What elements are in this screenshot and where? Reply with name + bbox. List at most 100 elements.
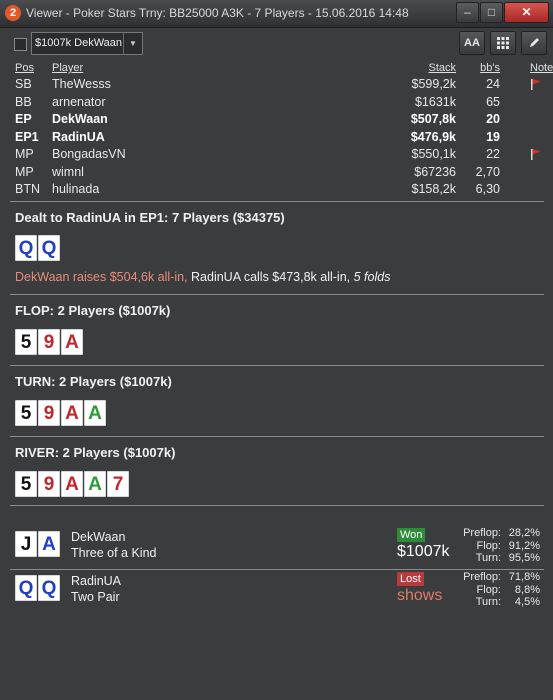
loser-hand: Two Pair <box>71 590 120 604</box>
winner-hand: Three of a Kind <box>71 546 157 560</box>
playing-card: A <box>61 329 83 355</box>
bbs-cell: 6,30 <box>475 182 500 196</box>
playing-card: A <box>84 471 106 497</box>
loser-equity-stats: Preflop: 71,8% Flop: 8,8% Turn: 4,5% <box>451 571 545 609</box>
font-size-button[interactable]: AA <box>459 31 485 55</box>
table-row[interactable]: EP1 RadinUA $476,9k 19 <box>14 128 546 146</box>
table-row[interactable]: BB arnenator $1631k 65 <box>14 93 546 111</box>
pos-cell: BTN <box>15 182 40 196</box>
header-stack[interactable]: Stack <box>428 62 456 74</box>
pos-cell: BB <box>15 94 32 109</box>
turn-title: TURN: 2 Players ($1007k) <box>15 374 172 389</box>
playing-card: 9 <box>38 400 60 426</box>
playing-card: 5 <box>15 329 37 355</box>
playing-card: Q <box>15 235 37 261</box>
stack-cell: $67236 <box>414 164 456 179</box>
flop-title: FLOP: 2 Players ($1007k) <box>15 303 171 318</box>
bbs-cell: 2,70 <box>475 164 500 179</box>
winner-equity-stats: Preflop: 28,2% Flop: 91,2% Turn: 95,5% <box>451 527 545 565</box>
winner-cards: JA <box>15 531 60 557</box>
table-row[interactable]: MP BongadasVN $550,1k 22 <box>14 145 546 163</box>
equity-row: Preflop: 71,8% <box>451 571 545 584</box>
bbs-cell: 24 <box>486 77 500 91</box>
loser-name: RadinUA <box>71 574 122 588</box>
table-row[interactable]: EP DekWaan $507,8k 20 <box>14 110 546 128</box>
pos-cell: EP <box>15 112 32 126</box>
playing-card: 9 <box>38 329 60 355</box>
hole-cards: QQ <box>15 235 60 261</box>
action-folds: 5 folds <box>353 270 391 284</box>
player-cell[interactable]: BongadasVN <box>52 147 126 161</box>
pos-cell: MP <box>15 147 34 161</box>
equity-value: 4,5% <box>514 596 540 608</box>
equity-row: Turn: 95,5% <box>451 552 545 565</box>
equity-value: 28,2% <box>508 527 540 539</box>
player-cell[interactable]: TheWesss <box>52 77 111 91</box>
pos-cell: SB <box>15 77 32 91</box>
header-player[interactable]: Player <box>52 62 83 74</box>
lost-badge: Lost <box>397 572 424 586</box>
playing-card: 7 <box>107 471 129 497</box>
playing-card: 9 <box>38 471 60 497</box>
stack-cell: $476,9k <box>410 129 456 144</box>
shows-label[interactable]: shows <box>397 587 442 605</box>
equity-label: Flop: <box>476 539 501 552</box>
won-amount: $1007k <box>397 543 450 560</box>
playing-card: 5 <box>15 471 37 497</box>
header-pos[interactable]: Pos <box>15 62 34 74</box>
equity-row: Flop: 91,2% <box>451 540 545 553</box>
playing-card: A <box>61 400 83 426</box>
preflop-title: Dealt to RadinUA in EP1: 7 Players ($343… <box>15 210 285 225</box>
equity-row: Preflop: 28,2% <box>451 527 545 540</box>
player-select-dropdown[interactable]: $1007k DekWaan ▼ <box>31 32 143 55</box>
turn-cards: 59AA <box>15 400 106 426</box>
bbs-cell: 20 <box>486 112 500 126</box>
window-title: Viewer - Poker Stars Trny: BB25000 A3K -… <box>26 6 409 20</box>
bbs-cell: 19 <box>486 129 500 144</box>
stack-cell: $507,8k <box>410 112 456 126</box>
table-row[interactable]: SB TheWesss $599,2k 24 <box>14 75 546 93</box>
note-flag-icon[interactable] <box>530 78 542 90</box>
pos-cell: MP <box>15 164 34 179</box>
divider <box>10 365 544 366</box>
loser-cards: QQ <box>15 575 60 601</box>
result-winner: JA DekWaan Three of a Kind Won $1007k Pr… <box>15 527 545 575</box>
player-cell[interactable]: hulinada <box>52 182 99 196</box>
equity-value: 8,8% <box>514 583 540 596</box>
table-row[interactable]: BTN hulinada $158,2k 6,30 <box>14 180 546 198</box>
note-flag-icon[interactable] <box>530 148 542 160</box>
header-bbs[interactable]: bb's <box>480 62 500 74</box>
player-select-value: $1007k DekWaan <box>35 37 123 49</box>
grid-icon[interactable] <box>490 31 516 55</box>
chevron-down-icon[interactable]: ▼ <box>123 33 142 54</box>
minimize-button[interactable]: – <box>456 2 479 23</box>
players-table: Pos Player Stack bb's Notes SB TheWesss $5… <box>14 62 553 198</box>
player-cell[interactable]: arnenator <box>52 95 106 109</box>
stack-cell: $158,2k <box>411 182 456 196</box>
maximize-button[interactable]: □ <box>480 2 503 23</box>
table-row[interactable]: MP wimnl $67236 2,70 <box>14 163 546 181</box>
stack-cell: $599,2k <box>411 77 456 91</box>
select-checkbox[interactable] <box>14 38 27 51</box>
divider <box>10 294 544 295</box>
player-cell[interactable]: wimnl <box>52 165 84 179</box>
title-bar: 2 Viewer - Poker Stars Trny: BB25000 A3K… <box>0 0 553 28</box>
result-loser: QQ RadinUA Two Pair Lost shows Preflop: 7… <box>15 571 545 619</box>
player-cell[interactable]: RadinUA <box>52 130 105 144</box>
close-button[interactable]: ✕ <box>504 2 549 23</box>
won-badge: Won <box>397 528 426 542</box>
flop-cards: 59A <box>15 329 83 355</box>
equity-label: Flop: <box>476 583 501 596</box>
equity-row: Turn: 4,5% <box>451 596 545 609</box>
action-raise: DekWaan raises $504,6k all-in, <box>15 270 188 284</box>
divider <box>10 569 544 570</box>
playing-card: J <box>15 531 37 557</box>
playing-card: A <box>38 531 60 557</box>
pos-cell: EP1 <box>15 129 39 144</box>
app-logo-icon: 2 <box>5 5 21 21</box>
preflop-actions: DekWaan raises $504,6k all-in, RadinUA c… <box>15 270 390 284</box>
edit-pencil-icon[interactable] <box>521 31 547 55</box>
player-cell[interactable]: DekWaan <box>52 112 108 126</box>
river-cards: 59AA7 <box>15 471 129 497</box>
header-notes[interactable]: Notes <box>530 62 553 74</box>
